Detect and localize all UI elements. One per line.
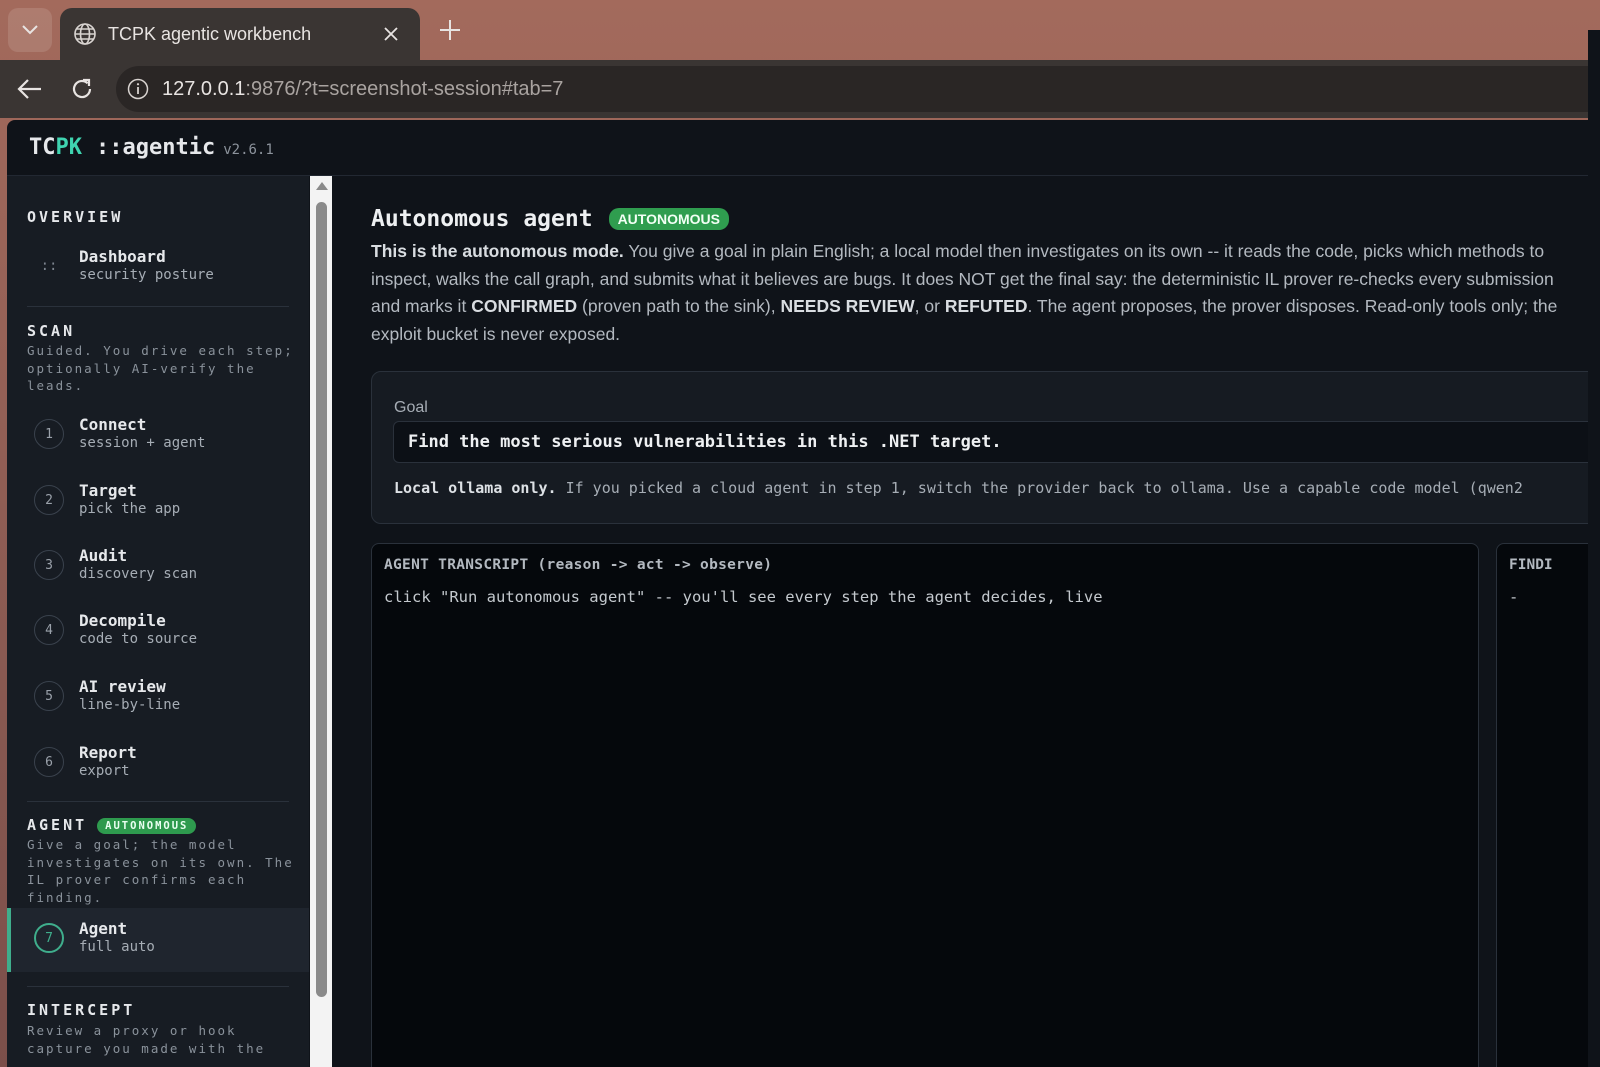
- intro-bold: REFUTED: [944, 296, 1028, 316]
- goal-note: Local ollama only. If you picked a cloud…: [394, 479, 1523, 497]
- intro-paragraph: This is the autonomous mode. You give a …: [371, 238, 1571, 348]
- app-header: TCPK::agentic v2.6.1: [7, 120, 1600, 176]
- window-edge: [1588, 30, 1600, 1067]
- reload-icon: [72, 78, 92, 99]
- sidebar-item-label: Decompile: [79, 611, 166, 630]
- app-window: TCPK::agentic v2.6.1 OVERVIEW :: Dashboar…: [7, 120, 1600, 1067]
- brand-pk: PK: [55, 135, 83, 160]
- page-title: Autonomous agent: [371, 206, 593, 232]
- plus-icon: [440, 20, 460, 40]
- sidebar-item-target[interactable]: 2 Target pick the app: [7, 470, 309, 532]
- sidebar-item-sub: export: [79, 763, 130, 779]
- url-field[interactable]: 127.0.0.1:9876/?t=screenshot-session#tab…: [116, 66, 1600, 112]
- info-icon[interactable]: [126, 77, 150, 101]
- intro-bold: NEEDS REVIEW: [780, 296, 915, 316]
- sidebar-item-label: AI review: [79, 677, 166, 696]
- divider: [27, 306, 289, 307]
- step-number: 6: [34, 747, 64, 777]
- section-title-agent: AGENT AUTONOMOUS: [27, 816, 197, 834]
- sidebar-scrollbar[interactable]: [310, 176, 332, 1067]
- goal-note-text: If you picked a cloud agent in step 1, s…: [556, 479, 1523, 497]
- step-number: 4: [34, 615, 64, 645]
- goal-note-bold: Local ollama only.: [394, 479, 557, 497]
- scrollbar-thumb[interactable]: [316, 202, 327, 997]
- sidebar-item-decompile[interactable]: 4 Decompile code to source: [7, 600, 309, 662]
- address-bar: 127.0.0.1:9876/?t=screenshot-session#tab…: [0, 60, 1600, 118]
- browser-tab[interactable]: TCPK agentic workbench: [60, 8, 420, 60]
- intro-text: , or: [914, 296, 945, 316]
- findings-placeholder: -: [1509, 588, 1519, 606]
- sidebar-item-dashboard[interactable]: :: Dashboard security posture: [7, 236, 309, 298]
- step-number: 2: [34, 485, 64, 515]
- autonomous-badge: AUTONOMOUS: [97, 817, 197, 834]
- sidebar-item-label: Connect: [79, 415, 147, 434]
- transcript-placeholder: click "Run autonomous agent" -- you'll s…: [384, 588, 1103, 606]
- findings-panel[interactable]: FINDI -: [1496, 543, 1600, 1067]
- status-badge: AUTONOMOUS: [608, 208, 729, 230]
- findings-header: FINDI: [1509, 557, 1553, 573]
- sidebar-item-label: Agent: [79, 919, 128, 938]
- brand-name: ::agentic: [96, 135, 216, 160]
- dots-icon: ::: [40, 258, 58, 274]
- sidebar-item-agent[interactable]: 7 Agent full auto: [7, 908, 309, 972]
- intro-text: (proven path to the sink),: [577, 296, 781, 316]
- sidebar-item-sub: code to source: [79, 631, 198, 647]
- url-path: :9876/?t=screenshot-session#tab=7: [245, 77, 564, 100]
- step-number: 3: [34, 550, 64, 580]
- sidebar-item-label: Target: [79, 481, 137, 500]
- intro-bold: CONFIRMED: [471, 296, 578, 316]
- new-tab-button[interactable]: [434, 14, 466, 46]
- sidebar-item-connect[interactable]: 1 Connect session + agent: [7, 404, 309, 466]
- section-title-intercept: INTERCEPT: [27, 1001, 136, 1019]
- back-button[interactable]: [14, 73, 46, 105]
- step-number: 7: [34, 923, 64, 953]
- sidebar-item-label: Dashboard: [79, 247, 166, 266]
- close-icon[interactable]: [376, 19, 406, 49]
- sidebar-item-sub: session + agent: [79, 435, 206, 451]
- section-title-overview: OVERVIEW: [27, 208, 124, 226]
- globe-icon: [72, 21, 98, 47]
- sidebar-item-label: Audit: [79, 546, 128, 565]
- url-text: 127.0.0.1:9876/?t=screenshot-session#tab…: [162, 78, 563, 101]
- app-version: v2.6.1: [223, 142, 274, 158]
- goal-label: Goal: [394, 399, 428, 416]
- transcript-header: AGENT TRANSCRIPT (reason -> act -> obser…: [384, 557, 773, 573]
- agent-transcript-panel[interactable]: AGENT TRANSCRIPT (reason -> act -> obser…: [371, 543, 1479, 1067]
- section-title-scan: SCAN: [27, 322, 76, 340]
- sidebar-item-ai-review[interactable]: 5 AI review line-by-line: [7, 666, 309, 728]
- browser-tab-strip: TCPK agentic workbench: [0, 0, 1600, 60]
- goal-card: Goal Find the most serious vulnerabiliti…: [371, 371, 1600, 524]
- scroll-up-arrow-icon[interactable]: [316, 182, 328, 190]
- url-host: 127.0.0.1: [162, 77, 246, 100]
- sidebar-item-sub: pick the app: [79, 501, 181, 517]
- brand-tc: TC: [29, 135, 56, 160]
- section-desc-intercept: Review a proxy or hook capture you made …: [27, 1023, 266, 1056]
- step-number: 5: [34, 681, 64, 711]
- section-desc-scan: Guided. You drive each step; optionally …: [27, 343, 294, 393]
- section-desc-agent: Give a goal; the model investigates on i…: [27, 837, 294, 905]
- chevron-down-icon: [22, 25, 38, 35]
- sidebar-item-report[interactable]: 6 Report export: [7, 732, 309, 794]
- sidebar-item-sub: security posture: [79, 267, 214, 283]
- divider: [27, 986, 289, 987]
- sidebar: OVERVIEW :: Dashboard security posture S…: [7, 176, 309, 1067]
- main-panel: Autonomous agent AUTONOMOUS This is the …: [332, 176, 1600, 1067]
- divider: [27, 801, 289, 802]
- sidebar-item-sub: full auto: [79, 939, 155, 955]
- brand-logo: TCPK::agentic v2.6.1: [29, 135, 274, 160]
- reload-button[interactable]: [66, 73, 98, 105]
- section-title-agent-text: AGENT: [27, 816, 88, 834]
- tab-search-button[interactable]: [8, 8, 52, 52]
- intro-bold: This is the autonomous mode.: [371, 241, 624, 261]
- sidebar-item-sub: discovery scan: [79, 566, 198, 582]
- arrow-left-icon: [17, 79, 41, 99]
- sidebar-item-sub: line-by-line: [79, 697, 181, 713]
- step-number: 1: [34, 419, 64, 449]
- page-header: Autonomous agent AUTONOMOUS: [371, 206, 729, 232]
- tab-title: TCPK agentic workbench: [108, 23, 312, 44]
- goal-input[interactable]: Find the most serious vulnerabilities in…: [393, 421, 1600, 463]
- sidebar-item-audit[interactable]: 3 Audit discovery scan: [7, 535, 309, 597]
- sidebar-item-label: Report: [79, 743, 137, 762]
